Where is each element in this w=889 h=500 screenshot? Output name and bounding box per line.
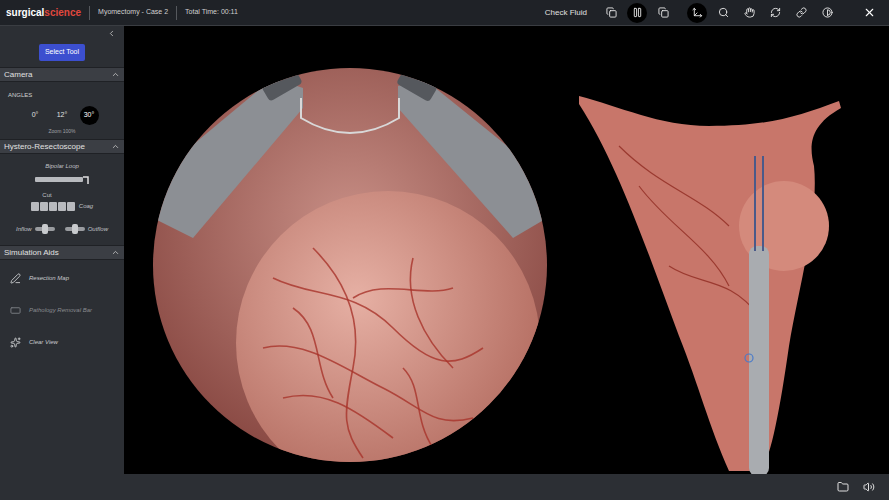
workspace: Select Tool Camera ANGLES 0° 12° 30° Zoom 100%…	[0, 26, 889, 474]
power-segment[interactable]	[31, 202, 39, 211]
toolbar-button[interactable]	[627, 3, 647, 23]
aid-item[interactable]: Resection Map	[10, 271, 114, 285]
close-icon	[863, 6, 876, 19]
cut-coag-slider: Coag	[31, 202, 93, 211]
select-tool-button[interactable]: Select Tool	[39, 44, 85, 61]
aid-label: Clear View	[29, 338, 58, 347]
copy-icon	[658, 7, 669, 18]
sidebar: Select Tool Camera ANGLES 0° 12° 30° Zoom 100%…	[0, 26, 124, 474]
case-title: Myomectomy - Case 2	[98, 7, 168, 18]
resectoscope-panel: Bipolar Loop Cut Coag Inflow Outflow	[0, 154, 124, 245]
link-icon	[796, 7, 807, 18]
uterine-cavity-render	[153, 68, 547, 462]
toolbar-button[interactable]	[601, 3, 621, 23]
power-segment[interactable]	[58, 202, 66, 211]
collapse-icon	[111, 142, 120, 151]
bipolar-loop-icon[interactable]	[34, 174, 90, 186]
select-tool-row: Select Tool	[0, 38, 124, 67]
aid-label: Pathology Removal Bar	[29, 306, 92, 315]
close-button[interactable]	[859, 3, 879, 23]
aid-item[interactable]: Pathology Removal Bar	[10, 303, 114, 317]
check-fluid-button[interactable]: Check Fluid	[545, 7, 587, 19]
angle-option[interactable]: 12°	[53, 106, 72, 125]
collapse-icon	[111, 248, 120, 257]
simulator-window: surgicalscience Myomectomy - Case 2 Total …	[0, 0, 889, 500]
uterus-model[interactable]	[579, 86, 869, 476]
section-title: Simulation Aids	[4, 246, 59, 259]
toolbar-button[interactable]	[653, 3, 673, 23]
contrast-icon	[822, 7, 833, 18]
collapse-sidebar-icon[interactable]	[107, 29, 116, 38]
section-title: Camera	[4, 68, 32, 81]
cut-label: Cut	[42, 191, 51, 200]
bar-icon	[10, 305, 21, 316]
power-segments	[31, 202, 75, 211]
separator	[176, 6, 177, 20]
speaker-icon[interactable]	[863, 481, 875, 493]
clear-icon	[10, 337, 21, 348]
endoscope-view[interactable]	[153, 68, 547, 462]
timer: Total Time: 00:11	[185, 7, 238, 18]
rotate-icon	[770, 7, 781, 18]
inflow-control[interactable]: Inflow	[16, 223, 56, 235]
zoom-icon	[718, 7, 729, 18]
logo-primary: surgical	[6, 8, 44, 18]
outflow-control[interactable]: Outflow	[64, 223, 108, 235]
sidebar-top	[0, 26, 124, 38]
move-icon	[692, 7, 703, 18]
power-segment[interactable]	[67, 202, 75, 211]
scene	[124, 26, 889, 474]
toolbar-button[interactable]	[791, 3, 811, 23]
angle-options: 0° 12° 30°	[8, 106, 116, 125]
folder-icon[interactable]	[837, 481, 849, 493]
zoom-label: Zoom 100%	[8, 128, 116, 136]
collapse-icon	[111, 70, 120, 79]
section-title: Hystero-Resectoscope	[4, 140, 85, 153]
angle-option[interactable]: 0°	[26, 106, 45, 125]
copy-icon	[606, 7, 617, 18]
bottom-bar	[0, 474, 889, 500]
section-header[interactable]: Hystero-Resectoscope	[0, 139, 124, 154]
map-icon	[10, 273, 21, 284]
hand-icon	[744, 7, 755, 18]
angle-option[interactable]: 30°	[80, 106, 99, 125]
toolbar-button[interactable]	[817, 3, 837, 23]
power-segment[interactable]	[40, 202, 48, 211]
simulation-aids: Resection Map Pathology Removal Bar Clear …	[0, 260, 124, 349]
angles-label: ANGLES	[8, 91, 116, 100]
logo-secondary: science	[44, 8, 81, 18]
toolbar-button[interactable]	[739, 3, 759, 23]
toolbar-button[interactable]	[687, 3, 707, 23]
outflow-valve-icon	[64, 223, 86, 235]
toolbar	[601, 3, 879, 23]
section-header[interactable]: Simulation Aids	[0, 245, 124, 260]
toolbar-button[interactable]	[713, 3, 733, 23]
top-bar: surgicalscience Myomectomy - Case 2 Total …	[0, 0, 889, 26]
aid-label: Resection Map	[29, 274, 69, 283]
pause-icon	[632, 7, 643, 18]
separator	[89, 6, 90, 20]
camera-panel: ANGLES 0° 12° 30° Zoom 100%	[0, 82, 124, 140]
power-segment[interactable]	[49, 202, 57, 211]
coag-label: Coag	[79, 202, 93, 211]
section-header[interactable]: Camera	[0, 67, 124, 82]
tool-label: Bipolar Loop	[45, 162, 79, 171]
outflow-label: Outflow	[88, 225, 108, 234]
model-view	[579, 68, 869, 476]
fluid-controls: Inflow Outflow	[16, 223, 108, 235]
inflow-label: Inflow	[16, 225, 32, 234]
inflow-valve-icon	[34, 223, 56, 235]
logo: surgicalscience	[6, 8, 81, 18]
toolbar-button[interactable]	[765, 3, 785, 23]
aid-item[interactable]: Clear View	[10, 335, 114, 349]
